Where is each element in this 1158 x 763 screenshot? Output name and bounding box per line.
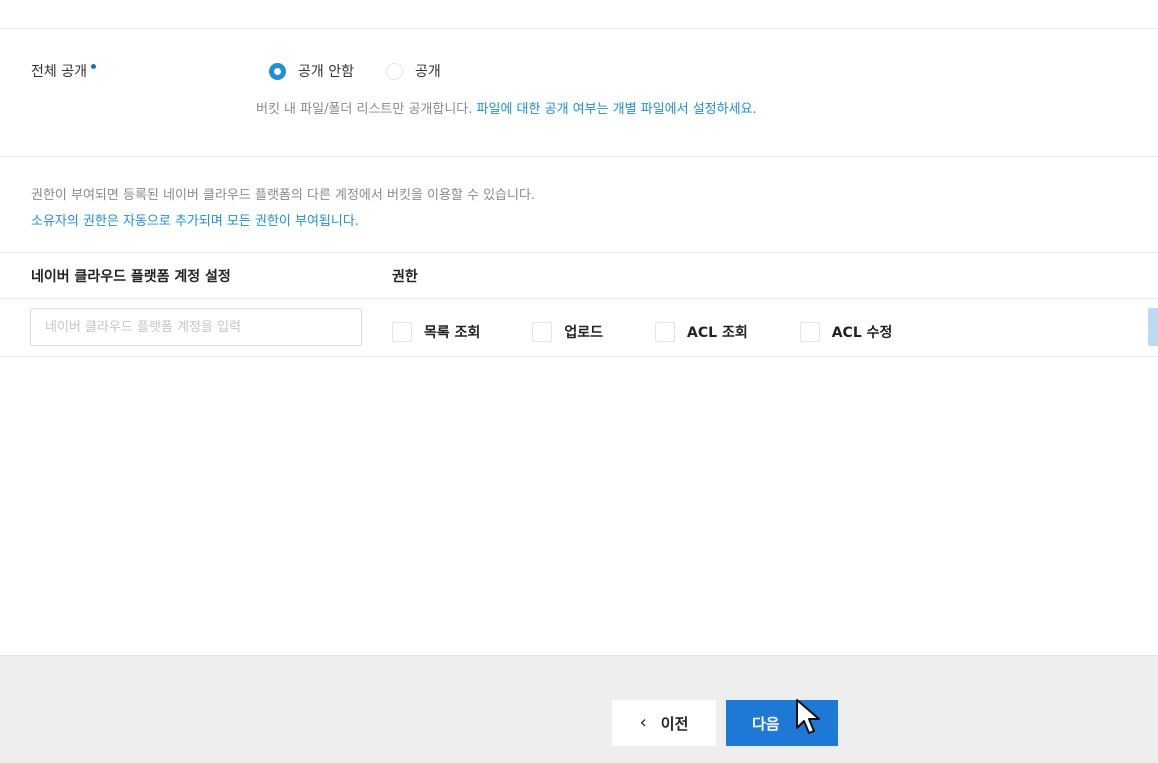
prev-button[interactable]: ‹ 이전 [612, 700, 716, 746]
permission-label: 목록 조회 [424, 325, 481, 341]
permission-info-owner-note: 소유자의 권한은 자동으로 추가되며 모든 권한이 부여됩니다. [31, 214, 359, 229]
checkbox-icon[interactable] [532, 322, 553, 342]
divider [0, 156, 1158, 157]
required-dot-icon [90, 64, 96, 69]
permission-options: 목록 조회 업로드 ACL 조회 ACL 수정 [392, 322, 892, 342]
next-button[interactable]: 다음 [726, 700, 838, 746]
radio-unchecked-icon[interactable] [385, 62, 403, 80]
public-radio-group: 공개 안함 공개 [269, 61, 473, 81]
add-account-button[interactable] [1148, 308, 1158, 346]
next-button-label: 다음 [752, 714, 780, 733]
radio-private[interactable]: 공개 안함 [269, 61, 354, 81]
settings-panel: 전체 공개 공개 안함 공개 버킷 내 파일/폴더 리스트만 공개합니다. 파일… [0, 0, 1158, 655]
permission-acl-write[interactable]: ACL 수정 [799, 322, 893, 342]
bucket-permission-page: 전체 공개 공개 안함 공개 버킷 내 파일/폴더 리스트만 공개합니다. 파일… [0, 0, 1158, 763]
public-help-text: 버킷 내 파일/폴더 리스트만 공개합니다. 파일에 대한 공개 여부는 개별 … [256, 98, 757, 117]
permission-acl-read[interactable]: ACL 조회 [655, 322, 748, 342]
account-input[interactable] [30, 308, 362, 346]
checkbox-icon[interactable] [799, 322, 820, 342]
divider [0, 252, 1158, 253]
permission-upload[interactable]: 업로드 [532, 322, 603, 342]
divider [0, 356, 1158, 357]
public-help-link: 파일에 대한 공개 여부는 개별 파일에서 설정하세요. [476, 102, 757, 117]
permission-label: 업로드 [564, 325, 604, 341]
prev-button-label: 이전 [660, 714, 689, 733]
radio-private-label: 공개 안함 [298, 64, 354, 80]
column-header-permission: 권한 [392, 269, 418, 285]
radio-public[interactable]: 공개 [385, 61, 441, 81]
permission-info: 권한이 부여되면 등록된 네이버 클라우드 플랫폼의 다른 계정에서 버킷을 이… [31, 183, 535, 235]
radio-public-label: 공개 [414, 64, 441, 80]
public-setting-label-text: 전체 공개 [31, 64, 87, 80]
chevron-left-icon: ‹ [639, 712, 647, 733]
divider [0, 28, 1158, 29]
permission-info-line: 권한이 부여되면 등록된 네이버 클라우드 플랫폼의 다른 계정에서 버킷을 이… [31, 188, 536, 203]
wizard-footer: ‹ 이전 다음 [0, 655, 1158, 763]
public-setting-label: 전체 공개 [31, 61, 96, 81]
column-header-account: 네이버 클라우드 플랫폼 계정 설정 [31, 269, 231, 285]
permission-list-read[interactable]: 목록 조회 [392, 322, 480, 342]
permission-label: ACL 수정 [831, 325, 893, 341]
public-help-static: 버킷 내 파일/폴더 리스트만 공개합니다. [256, 102, 473, 117]
checkbox-icon[interactable] [655, 322, 676, 342]
radio-checked-icon[interactable] [269, 62, 286, 80]
checkbox-icon[interactable] [392, 322, 412, 342]
permission-label: ACL 조회 [687, 325, 748, 341]
mouse-cursor-icon [796, 699, 820, 734]
divider [0, 298, 1158, 299]
